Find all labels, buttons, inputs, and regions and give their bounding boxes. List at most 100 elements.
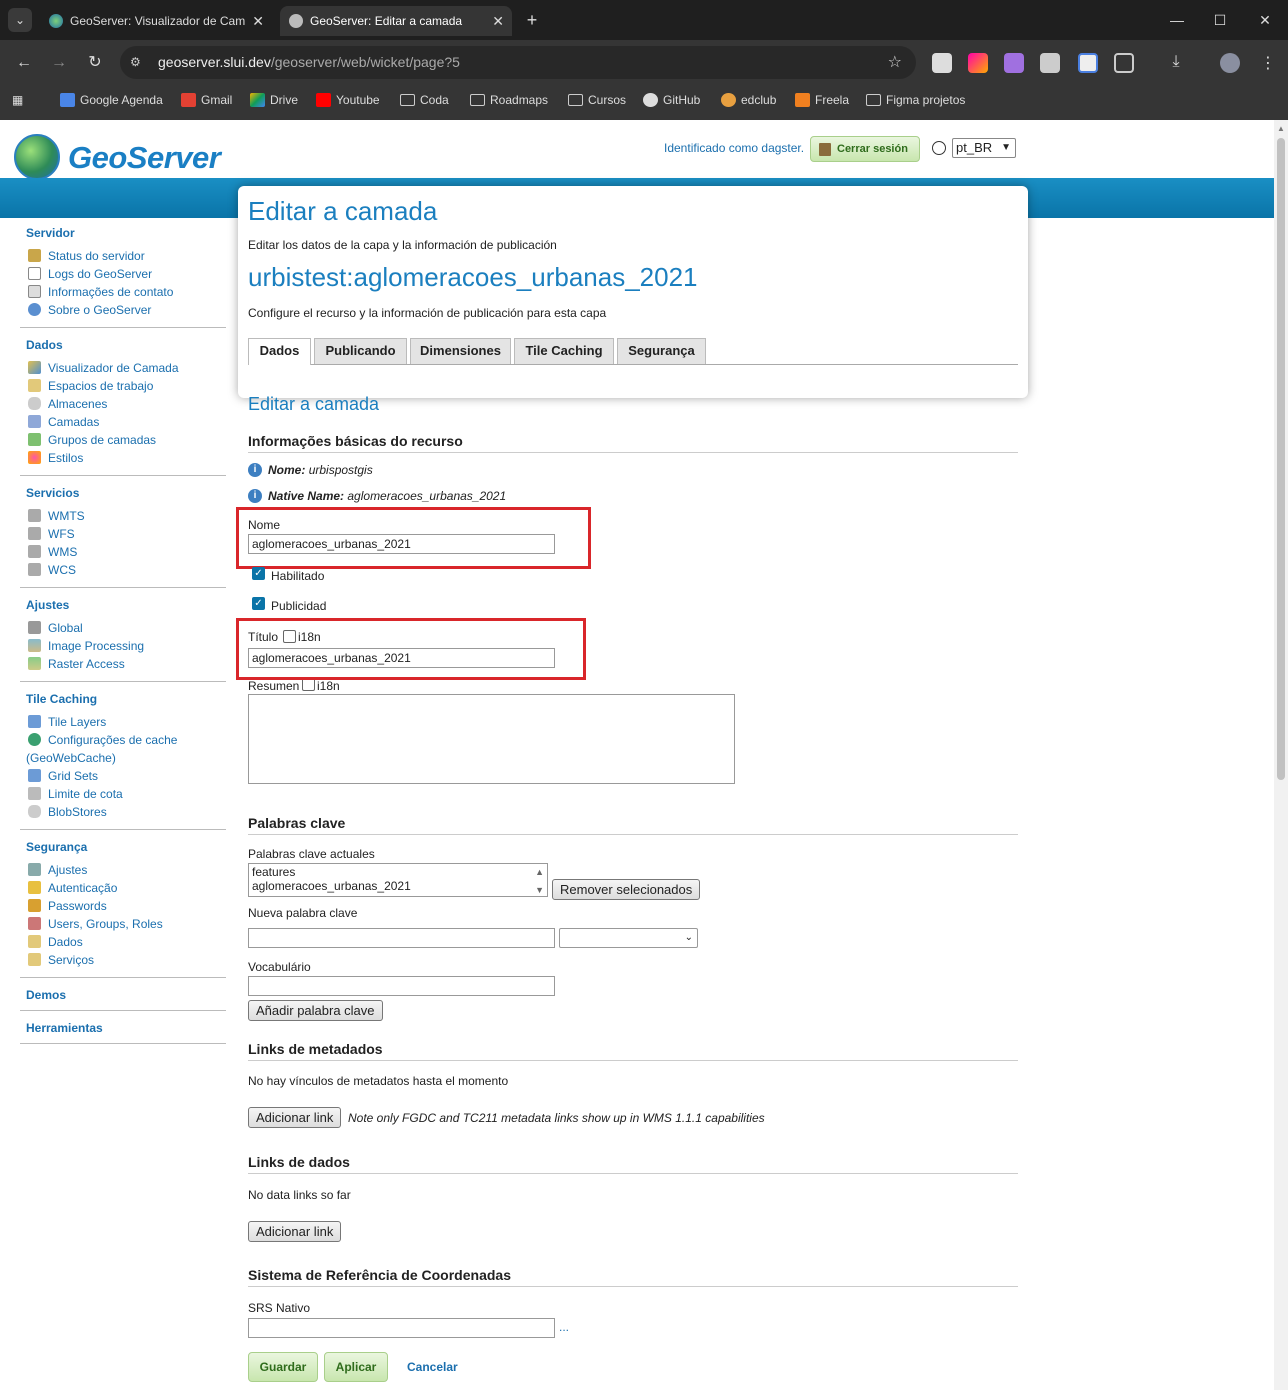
scroll-up-arrow-icon[interactable]: ▲	[535, 865, 544, 879]
bookmark-youtube[interactable]: Youtube	[316, 86, 380, 114]
url-text[interactable]: geoserver.slui.dev/geoserver/web/wicket/…	[158, 46, 460, 79]
add-keyword-button[interactable]: Añadir palabra clave	[248, 1000, 383, 1021]
sidebar-item-passwords[interactable]: Passwords	[26, 897, 226, 915]
profile-avatar[interactable]	[1220, 53, 1240, 73]
page-scrollbar[interactable]: ▲	[1274, 120, 1288, 1390]
language-select[interactable]: pt_BR ▼	[952, 138, 1016, 158]
native-srs-input[interactable]	[248, 1318, 555, 1338]
window-close-icon[interactable]: ✕	[1250, 8, 1280, 32]
sidebar-title[interactable]: Dados	[26, 338, 226, 352]
bookmark-google-agenda[interactable]: Google Agenda	[60, 86, 163, 114]
sidebar-item-grid-sets[interactable]: Grid Sets	[26, 767, 226, 785]
keyword-option[interactable]: aglomeracoes_urbanas_2021	[252, 879, 547, 893]
srs-find-link[interactable]: ...	[559, 1320, 569, 1334]
sidebar-item-about[interactable]: Sobre o GeoServer	[26, 301, 226, 319]
sidebar-item-wfs[interactable]: WFS	[26, 525, 226, 543]
apps-grid-icon[interactable]: ▦	[12, 86, 23, 114]
bookmark-coda[interactable]: Coda	[400, 86, 449, 114]
bookmark-gmail[interactable]: Gmail	[181, 86, 232, 114]
bookmark-edclub[interactable]: edclub	[721, 86, 776, 114]
bookmark-github[interactable]: GitHub	[643, 86, 700, 114]
keywords-listbox[interactable]: features aglomeracoes_urbanas_2021 ▲ ▼	[248, 863, 548, 897]
extension-shield-icon[interactable]	[932, 53, 952, 73]
cancel-link[interactable]: Cancelar	[407, 1360, 458, 1374]
sidebar-item-layers[interactable]: Camadas	[26, 413, 226, 431]
sidebar-item-workspaces[interactable]: Espacios de trabajo	[26, 377, 226, 395]
sidebar-item-stores[interactable]: Almacenes	[26, 395, 226, 413]
sidebar-item-authentication[interactable]: Autenticação	[26, 879, 226, 897]
download-icon[interactable]: ⤓	[1166, 53, 1186, 73]
language-select-keyword[interactable]: ⌄	[559, 928, 698, 948]
tab-tile-caching[interactable]: Tile Caching	[514, 338, 614, 364]
sidebar-item-tile-layers[interactable]: Tile Layers	[26, 713, 226, 731]
close-icon[interactable]: ✕	[252, 6, 264, 36]
tab-seguranca[interactable]: Segurança	[617, 338, 706, 364]
scrollbar-thumb[interactable]	[1277, 138, 1285, 780]
sidebar-title[interactable]: Servidor	[26, 226, 226, 240]
sidebar-item-wms[interactable]: WMS	[26, 543, 226, 561]
browser-tab-layer-preview[interactable]: GeoServer: Visualizador de Cam ✕	[40, 6, 272, 36]
site-info-icon[interactable]: ⚙	[130, 54, 146, 70]
name-input[interactable]: aglomeracoes_urbanas_2021	[248, 534, 555, 554]
new-tab-plus-icon[interactable]: +	[522, 8, 542, 32]
add-data-link-button[interactable]: Adicionar link	[248, 1221, 342, 1242]
address-bar[interactable]: ⚙ geoserver.slui.dev/geoserver/web/wicke…	[120, 46, 916, 79]
forward-arrow-icon[interactable]: →	[47, 51, 71, 75]
sidebar-item-layer-preview[interactable]: Visualizador de Camada	[26, 359, 226, 377]
sidebar-item-wcs[interactable]: WCS	[26, 561, 226, 579]
browser-tab-edit-layer[interactable]: GeoServer: Editar a camada ✕	[280, 6, 512, 36]
title-input[interactable]: aglomeracoes_urbanas_2021	[248, 648, 555, 668]
close-icon[interactable]: ✕	[492, 6, 504, 36]
vocabulary-input[interactable]	[248, 976, 555, 996]
bookmark-roadmaps[interactable]: Roadmaps	[470, 86, 548, 114]
sidebar-item-cache-config[interactable]: Configurações de cache (GeoWebCache)	[26, 731, 226, 767]
sidebar-title[interactable]: Servicios	[26, 486, 226, 500]
scroll-down-arrow-icon[interactable]: ▼	[535, 883, 544, 897]
extension-pen-icon[interactable]	[968, 53, 988, 73]
geoserver-logo[interactable]: GeoServer	[14, 134, 221, 184]
sidebar-item-contact[interactable]: Informações de contato	[26, 283, 226, 301]
keyword-option[interactable]: features	[252, 865, 547, 879]
extension-hex-icon[interactable]	[1040, 53, 1060, 73]
remove-selected-button[interactable]: Remover selecionados	[552, 879, 701, 900]
sidebar-title[interactable]: Tile Caching	[26, 692, 226, 706]
bookmark-cursos[interactable]: Cursos	[568, 86, 626, 114]
bookmark-star-icon[interactable]: ☆	[888, 46, 902, 79]
tab-publicando[interactable]: Publicando	[314, 338, 407, 364]
advertised-checkbox[interactable]: ✓	[252, 597, 265, 610]
back-arrow-icon[interactable]: ←	[12, 51, 36, 75]
enabled-checkbox[interactable]: ✓	[252, 567, 265, 580]
sidebar-item-global[interactable]: Global	[26, 619, 226, 637]
sidebar-title[interactable]: Segurança	[26, 840, 226, 854]
title-i18n-checkbox[interactable]	[283, 630, 296, 643]
sidebar-item-services-security[interactable]: Serviços	[26, 951, 226, 969]
sidebar-item-logs[interactable]: Logs do GeoServer	[26, 265, 226, 283]
sidebar-title-tools[interactable]: Herramientas	[26, 1021, 226, 1035]
abstract-textarea[interactable]	[248, 694, 735, 784]
sidebar-item-raster-access[interactable]: Raster Access	[26, 655, 226, 673]
bookmark-freela[interactable]: Freela	[795, 86, 849, 114]
reload-icon[interactable]: ↻	[83, 51, 107, 75]
logout-button[interactable]: Cerrar sesión	[810, 136, 920, 162]
new-keyword-input[interactable]	[248, 928, 555, 948]
sidebar-item-data-security[interactable]: Dados	[26, 933, 226, 951]
minimize-icon[interactable]: —	[1162, 8, 1192, 32]
extension-window-icon[interactable]	[1078, 53, 1098, 73]
sidebar-item-server-status[interactable]: Status do servidor	[26, 247, 226, 265]
scroll-up-icon[interactable]: ▲	[1277, 124, 1285, 133]
sidebar-item-wmts[interactable]: WMTS	[26, 507, 226, 525]
extension-feather-icon[interactable]	[1004, 53, 1024, 73]
sidebar-item-image-processing[interactable]: Image Processing	[26, 637, 226, 655]
sidebar-item-styles[interactable]: Estilos	[26, 449, 226, 467]
sidebar-title-demos[interactable]: Demos	[26, 988, 226, 1002]
menu-kebab-icon[interactable]: ⋮	[1258, 53, 1278, 73]
sidebar-item-security-settings[interactable]: Ajustes	[26, 861, 226, 879]
save-button[interactable]: Guardar	[248, 1352, 318, 1382]
tab-dados[interactable]: Dados	[248, 338, 311, 365]
sidebar-title[interactable]: Ajustes	[26, 598, 226, 612]
tab-dimensiones[interactable]: Dimensiones	[410, 338, 511, 364]
sidebar-item-users-groups-roles[interactable]: Users, Groups, Roles	[26, 915, 226, 933]
sidebar-item-disk-quota[interactable]: Limite de cota	[26, 785, 226, 803]
add-metadata-link-button[interactable]: Adicionar link	[248, 1107, 342, 1128]
maximize-icon[interactable]: ☐	[1205, 8, 1235, 32]
